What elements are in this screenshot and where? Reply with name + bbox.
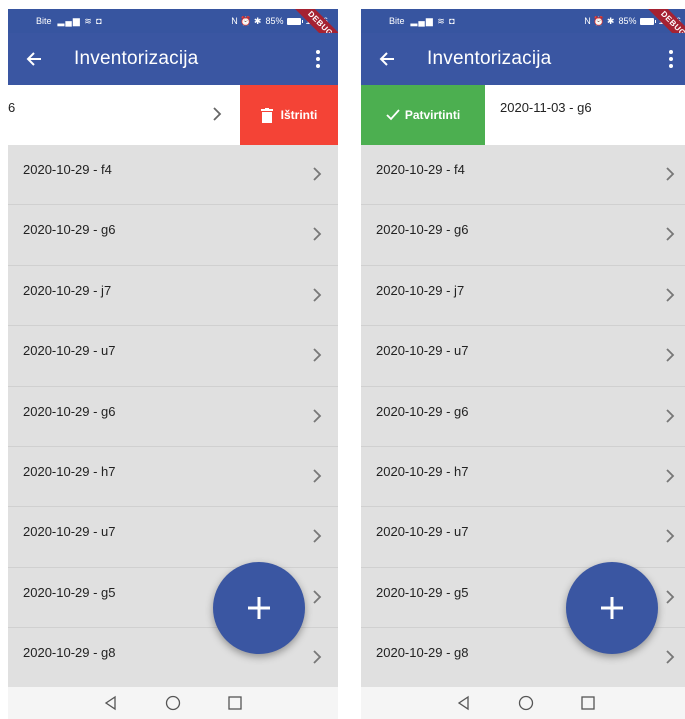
more-vert-icon <box>669 50 673 68</box>
list-item[interactable]: 2020-10-29 - j7 <box>361 265 685 327</box>
row-label: 2020-10-29 - g6 <box>23 403 116 419</box>
confirm-button[interactable]: Patvirtinti <box>361 85 485 145</box>
delete-button[interactable]: Ištrinti <box>240 85 338 145</box>
row-label: 2020-10-29 - u7 <box>23 524 116 540</box>
more-vert-icon <box>316 50 320 68</box>
list-item[interactable]: 2020-10-29 - f4 <box>8 145 338 206</box>
chevron-right-icon <box>313 288 322 302</box>
chevron-right-icon <box>313 167 322 181</box>
battery-icon <box>640 17 657 25</box>
list-item[interactable]: 2020-10-29 - u7 <box>8 507 338 568</box>
app-bar: Inventorizacija <box>8 33 338 85</box>
chevron-right-icon <box>666 469 675 483</box>
chevron-right-icon <box>313 469 322 483</box>
plus-icon <box>248 597 270 619</box>
system-nav-bar <box>361 687 685 719</box>
chevron-right-icon <box>313 590 322 604</box>
back-button[interactable] <box>361 33 413 85</box>
nav-recents-icon[interactable] <box>227 695 243 711</box>
row-label: 2020-10-29 - u7 <box>376 524 469 540</box>
arrow-left-icon <box>26 52 41 66</box>
row-label: 2020-10-29 - h7 <box>23 463 116 479</box>
system-nav-bar <box>8 687 338 719</box>
add-button[interactable] <box>213 562 305 654</box>
carrier-label: Bite <box>36 16 52 26</box>
battery-percent: 85% <box>265 16 284 26</box>
list-item[interactable]: 2020-10-29 - h7 <box>361 446 685 508</box>
back-button[interactable] <box>8 33 60 85</box>
row-label: 2020-10-29 - g6 <box>23 222 116 238</box>
check-icon <box>386 109 400 121</box>
row-label: 2020-10-29 - j7 <box>23 282 112 298</box>
chevron-right-icon <box>666 167 675 181</box>
nav-back-icon[interactable] <box>456 695 472 711</box>
row-label: 2020-10-29 - g8 <box>23 645 116 661</box>
nav-home-icon[interactable] <box>165 695 181 711</box>
delete-label: Ištrinti <box>280 108 318 122</box>
nav-recents-icon[interactable] <box>580 695 596 711</box>
chevron-right-icon <box>666 227 675 242</box>
swiped-row[interactable]: 6 Ištrinti <box>8 85 338 145</box>
row-label: 2020-10-29 - j7 <box>376 282 465 298</box>
chevron-right-icon <box>313 408 322 423</box>
chevron-right-icon <box>313 529 322 543</box>
nfc-icon: N ⏰ ✱ <box>231 15 262 26</box>
row-label: 2020-10-29 - u7 <box>23 343 116 359</box>
row-label: 2020-10-29 - g6 <box>376 403 469 419</box>
plus-icon <box>601 597 623 619</box>
more-button[interactable] <box>298 33 338 85</box>
chevron-right-icon <box>213 107 222 121</box>
status-bar: Bite ▂▄▆ ≋ ◘ N ⏰ ✱ 85% 16:06 <box>361 9 685 33</box>
list-item[interactable]: 2020-10-29 - g6 <box>361 386 685 447</box>
signal-icon: ▂▄▆ ≋ ◘ <box>410 15 456 26</box>
chevron-right-icon <box>313 650 322 664</box>
list-item[interactable]: 2020-10-29 - u7 <box>8 326 338 387</box>
nav-back-icon[interactable] <box>103 695 119 711</box>
battery-icon <box>287 17 304 25</box>
nfc-icon: N ⏰ ✱ <box>584 15 615 26</box>
list-item[interactable]: 2020-10-29 - g6 <box>8 205 338 266</box>
right-screen: Bite ▂▄▆ ≋ ◘ N ⏰ ✱ 85% 16:06 DEBUG Inven… <box>361 9 685 719</box>
battery-percent: 85% <box>618 16 637 26</box>
arrow-left-icon <box>379 52 394 66</box>
row-label: 2020-10-29 - g5 <box>23 584 116 600</box>
chevron-right-icon <box>666 408 675 423</box>
carrier-label: Bite <box>389 16 405 26</box>
page-title: Inventorizacija <box>74 48 199 69</box>
list-item[interactable]: 2020-10-29 - f4 <box>361 145 685 206</box>
swiped-row[interactable]: Patvirtinti 2020-11-03 - g6 <box>361 85 685 145</box>
chevron-right-icon <box>666 590 675 604</box>
chevron-right-icon <box>666 348 675 362</box>
row-label: 2020-10-29 - g8 <box>376 645 469 661</box>
signal-icon: ▂▄▆ ≋ ◘ <box>57 15 103 26</box>
row-label: 2020-10-29 - f4 <box>376 162 465 177</box>
list-item[interactable]: 2020-10-29 - u7 <box>361 507 685 568</box>
nav-home-icon[interactable] <box>518 695 534 711</box>
page-title: Inventorizacija <box>427 48 552 69</box>
row-label: 2020-10-29 - g6 <box>376 222 469 238</box>
list-item[interactable]: 2020-10-29 - g6 <box>361 205 685 266</box>
chevron-right-icon <box>313 348 322 362</box>
row-label: 2020-10-29 - g5 <box>376 584 469 600</box>
row-label: 2020-10-29 - h7 <box>376 463 469 479</box>
row-label: 2020-10-29 - u7 <box>376 343 469 359</box>
chevron-right-icon <box>666 650 675 664</box>
list-item[interactable]: 2020-10-29 - j7 <box>8 265 338 327</box>
add-button[interactable] <box>566 562 658 654</box>
app-bar: Inventorizacija <box>361 33 685 85</box>
trash-icon <box>260 107 273 123</box>
chevron-right-icon <box>313 227 322 242</box>
row-label: 2020-11-03 - g6 <box>500 100 592 115</box>
list-item[interactable]: 2020-10-29 - u7 <box>361 326 685 387</box>
left-screen: Bite ▂▄▆ ≋ ◘ N ⏰ ✱ 85% 16:06 DEBUG Inven… <box>8 9 338 719</box>
more-button[interactable] <box>651 33 685 85</box>
list-item[interactable]: 2020-10-29 - h7 <box>8 446 338 508</box>
confirm-label: Patvirtinti <box>404 108 461 122</box>
row-label: 6 <box>8 100 16 115</box>
chevron-right-icon <box>666 288 675 302</box>
chevron-right-icon <box>666 529 675 543</box>
status-bar: Bite ▂▄▆ ≋ ◘ N ⏰ ✱ 85% 16:06 <box>8 9 338 33</box>
list-item[interactable]: 2020-10-29 - g6 <box>8 386 338 447</box>
row-label: 2020-10-29 - f4 <box>23 162 112 177</box>
